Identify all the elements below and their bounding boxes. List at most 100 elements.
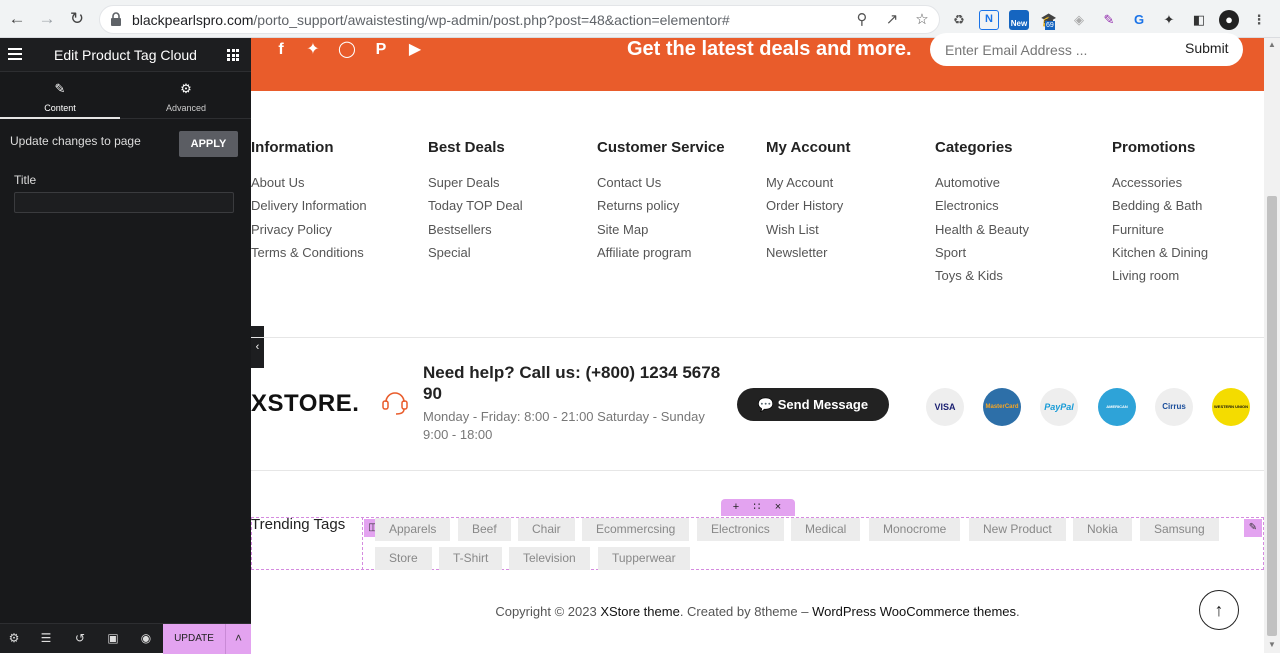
add-icon[interactable]: +	[729, 499, 743, 516]
profile-icon[interactable]: ●	[1219, 10, 1239, 30]
sidepanel-icon[interactable]: ◧	[1189, 10, 1209, 30]
footer-link[interactable]: Site Map	[597, 222, 767, 245]
apply-button[interactable]: APPLY	[179, 131, 238, 157]
tag-item[interactable]: New Product	[969, 518, 1066, 541]
history-icon[interactable]: ↺	[72, 630, 88, 646]
tab-content[interactable]: ✎ Content	[0, 72, 120, 119]
footer-link[interactable]: Living room	[1112, 268, 1280, 291]
footer-link[interactable]: Bedding & Bath	[1112, 198, 1280, 221]
footer-link[interactable]: Today TOP Deal	[428, 198, 598, 221]
submit-button[interactable]: Submit	[1185, 40, 1229, 56]
footer-link[interactable]: Sport	[935, 245, 1105, 268]
edit-widget-icon[interactable]: ✎	[1244, 519, 1262, 537]
title-input[interactable]	[14, 192, 234, 213]
globe-ext-icon[interactable]: ◈	[1069, 10, 1089, 30]
email-field[interactable]: Enter Email Address ... Submit	[930, 33, 1243, 66]
footer-link[interactable]: Privacy Policy	[251, 222, 421, 245]
footer-link[interactable]: Super Deals	[428, 175, 598, 198]
footer-link[interactable]: Accessories	[1112, 175, 1280, 198]
widgets-grid-icon[interactable]	[227, 49, 239, 61]
back-icon[interactable]: ←	[6, 8, 28, 30]
footer-link[interactable]: Special	[428, 245, 598, 268]
tag-item[interactable]: Store	[375, 547, 432, 570]
footer-link[interactable]: Newsletter	[766, 245, 936, 268]
footer-link[interactable]: Delivery Information	[251, 198, 421, 221]
footer-link[interactable]: Bestsellers	[428, 222, 598, 245]
paypal-icon: PayPal	[1040, 388, 1078, 426]
brand-link[interactable]: XStore theme	[600, 604, 680, 619]
url-text: blackpearlspro.com/porto_support/awaiste…	[132, 12, 730, 28]
school-ext-icon[interactable]: 🎓 69	[1039, 10, 1059, 30]
footer-link[interactable]: Health & Beauty	[935, 222, 1105, 245]
footer-link[interactable]: Automotive	[935, 175, 1105, 198]
footer-link[interactable]: Electronics	[935, 198, 1105, 221]
pinterest-icon[interactable]: P	[371, 40, 391, 60]
twitter-icon[interactable]: ✦	[303, 40, 323, 60]
forward-icon[interactable]: →	[36, 8, 58, 30]
recycle-ext-icon[interactable]: ♻	[949, 10, 969, 30]
n-ext-icon[interactable]: N	[979, 10, 999, 30]
new-ext-icon[interactable]: New	[1009, 10, 1029, 30]
column-heading: My Account	[766, 139, 851, 156]
facebook-icon[interactable]: f	[271, 40, 291, 60]
instagram-icon[interactable]: ◯	[337, 40, 357, 60]
tab-advanced[interactable]: ⚙ Advanced	[126, 72, 246, 119]
tag-item[interactable]: T-Shirt	[439, 547, 503, 570]
menu-dots-icon[interactable]: ⋮	[1249, 10, 1269, 30]
footer-link[interactable]: Affiliate program	[597, 245, 767, 268]
reload-icon[interactable]: ↻	[66, 8, 88, 30]
puzzle-ext-icon[interactable]: ✦	[1159, 10, 1179, 30]
headset-icon	[382, 392, 408, 415]
drag-handle-icon[interactable]: ∷	[750, 499, 764, 516]
back-to-top-button[interactable]: ↑	[1199, 590, 1239, 630]
tag-item[interactable]: Television	[509, 547, 590, 570]
collapse-panel-button[interactable]: ‹	[251, 326, 264, 368]
section-controls: + ∷ ×	[721, 499, 795, 516]
chevron-up-icon[interactable]: ˄	[225, 624, 251, 654]
footer-link[interactable]: Returns policy	[597, 198, 767, 221]
scroll-down-icon[interactable]: ▼	[1268, 640, 1276, 649]
tag-item[interactable]: Nokia	[1073, 518, 1132, 541]
pen-ext-icon[interactable]: ✎	[1099, 10, 1119, 30]
tab-advanced-label: Advanced	[165, 103, 207, 113]
tag-item[interactable]: Tupperwear	[598, 547, 690, 570]
footer-link[interactable]: Contact Us	[597, 175, 767, 198]
tag-item[interactable]: Beef	[458, 518, 511, 541]
footer-link[interactable]: Furniture	[1112, 222, 1280, 245]
send-message-button[interactable]: 💬 Send Message	[737, 388, 889, 421]
close-icon[interactable]: ×	[771, 499, 785, 516]
lock-icon	[111, 12, 121, 26]
banner-headline: Get the latest deals and more.	[627, 38, 912, 60]
tag-item[interactable]: Monocrome	[869, 518, 961, 541]
footer-link[interactable]: Order History	[766, 198, 936, 221]
scroll-up-icon[interactable]: ▲	[1268, 40, 1276, 49]
footer-link[interactable]: Toys & Kids	[935, 268, 1105, 291]
tag-item[interactable]: Electronics	[697, 518, 784, 541]
star-icon[interactable]: ☆	[913, 11, 931, 29]
footer-link[interactable]: Wish List	[766, 222, 936, 245]
footer-link[interactable]: Terms & Conditions	[251, 245, 421, 268]
tag-item[interactable]: Apparels	[375, 518, 451, 541]
address-bar[interactable]: blackpearlspro.com/porto_support/awaiste…	[99, 5, 940, 34]
youtube-icon[interactable]: ▶	[405, 40, 425, 60]
tag-item[interactable]: Ecommercsing	[582, 518, 690, 541]
footer-link[interactable]: Kitchen & Dining	[1112, 245, 1280, 268]
footer-link[interactable]: About Us	[251, 175, 421, 198]
tag-item[interactable]: Medical	[791, 518, 861, 541]
zoom-icon[interactable]: ⚲	[853, 11, 871, 29]
preview-eye-icon[interactable]: ◉	[138, 630, 154, 646]
site-logo[interactable]: XSTORE.	[251, 390, 359, 418]
share-icon[interactable]: ↗	[883, 11, 901, 29]
settings-icon[interactable]: ⚙	[6, 630, 22, 646]
footer-link[interactable]: My Account	[766, 175, 936, 198]
page-scrollbar[interactable]: ▲ ▼	[1264, 38, 1280, 653]
navigator-icon[interactable]: ☰	[38, 630, 54, 646]
update-button[interactable]: UPDATE	[163, 624, 225, 654]
wordpress-themes-link[interactable]: WordPress WooCommerce themes	[812, 604, 1016, 619]
translate-ext-icon[interactable]: G	[1129, 10, 1149, 30]
scrollbar-thumb[interactable]	[1267, 196, 1277, 636]
footer-column: Customer Service Contact Us Returns poli…	[597, 139, 767, 268]
tag-item[interactable]: Chair	[518, 518, 575, 541]
responsive-icon[interactable]: ▣	[105, 630, 121, 646]
tag-item[interactable]: Samsung	[1140, 518, 1219, 541]
